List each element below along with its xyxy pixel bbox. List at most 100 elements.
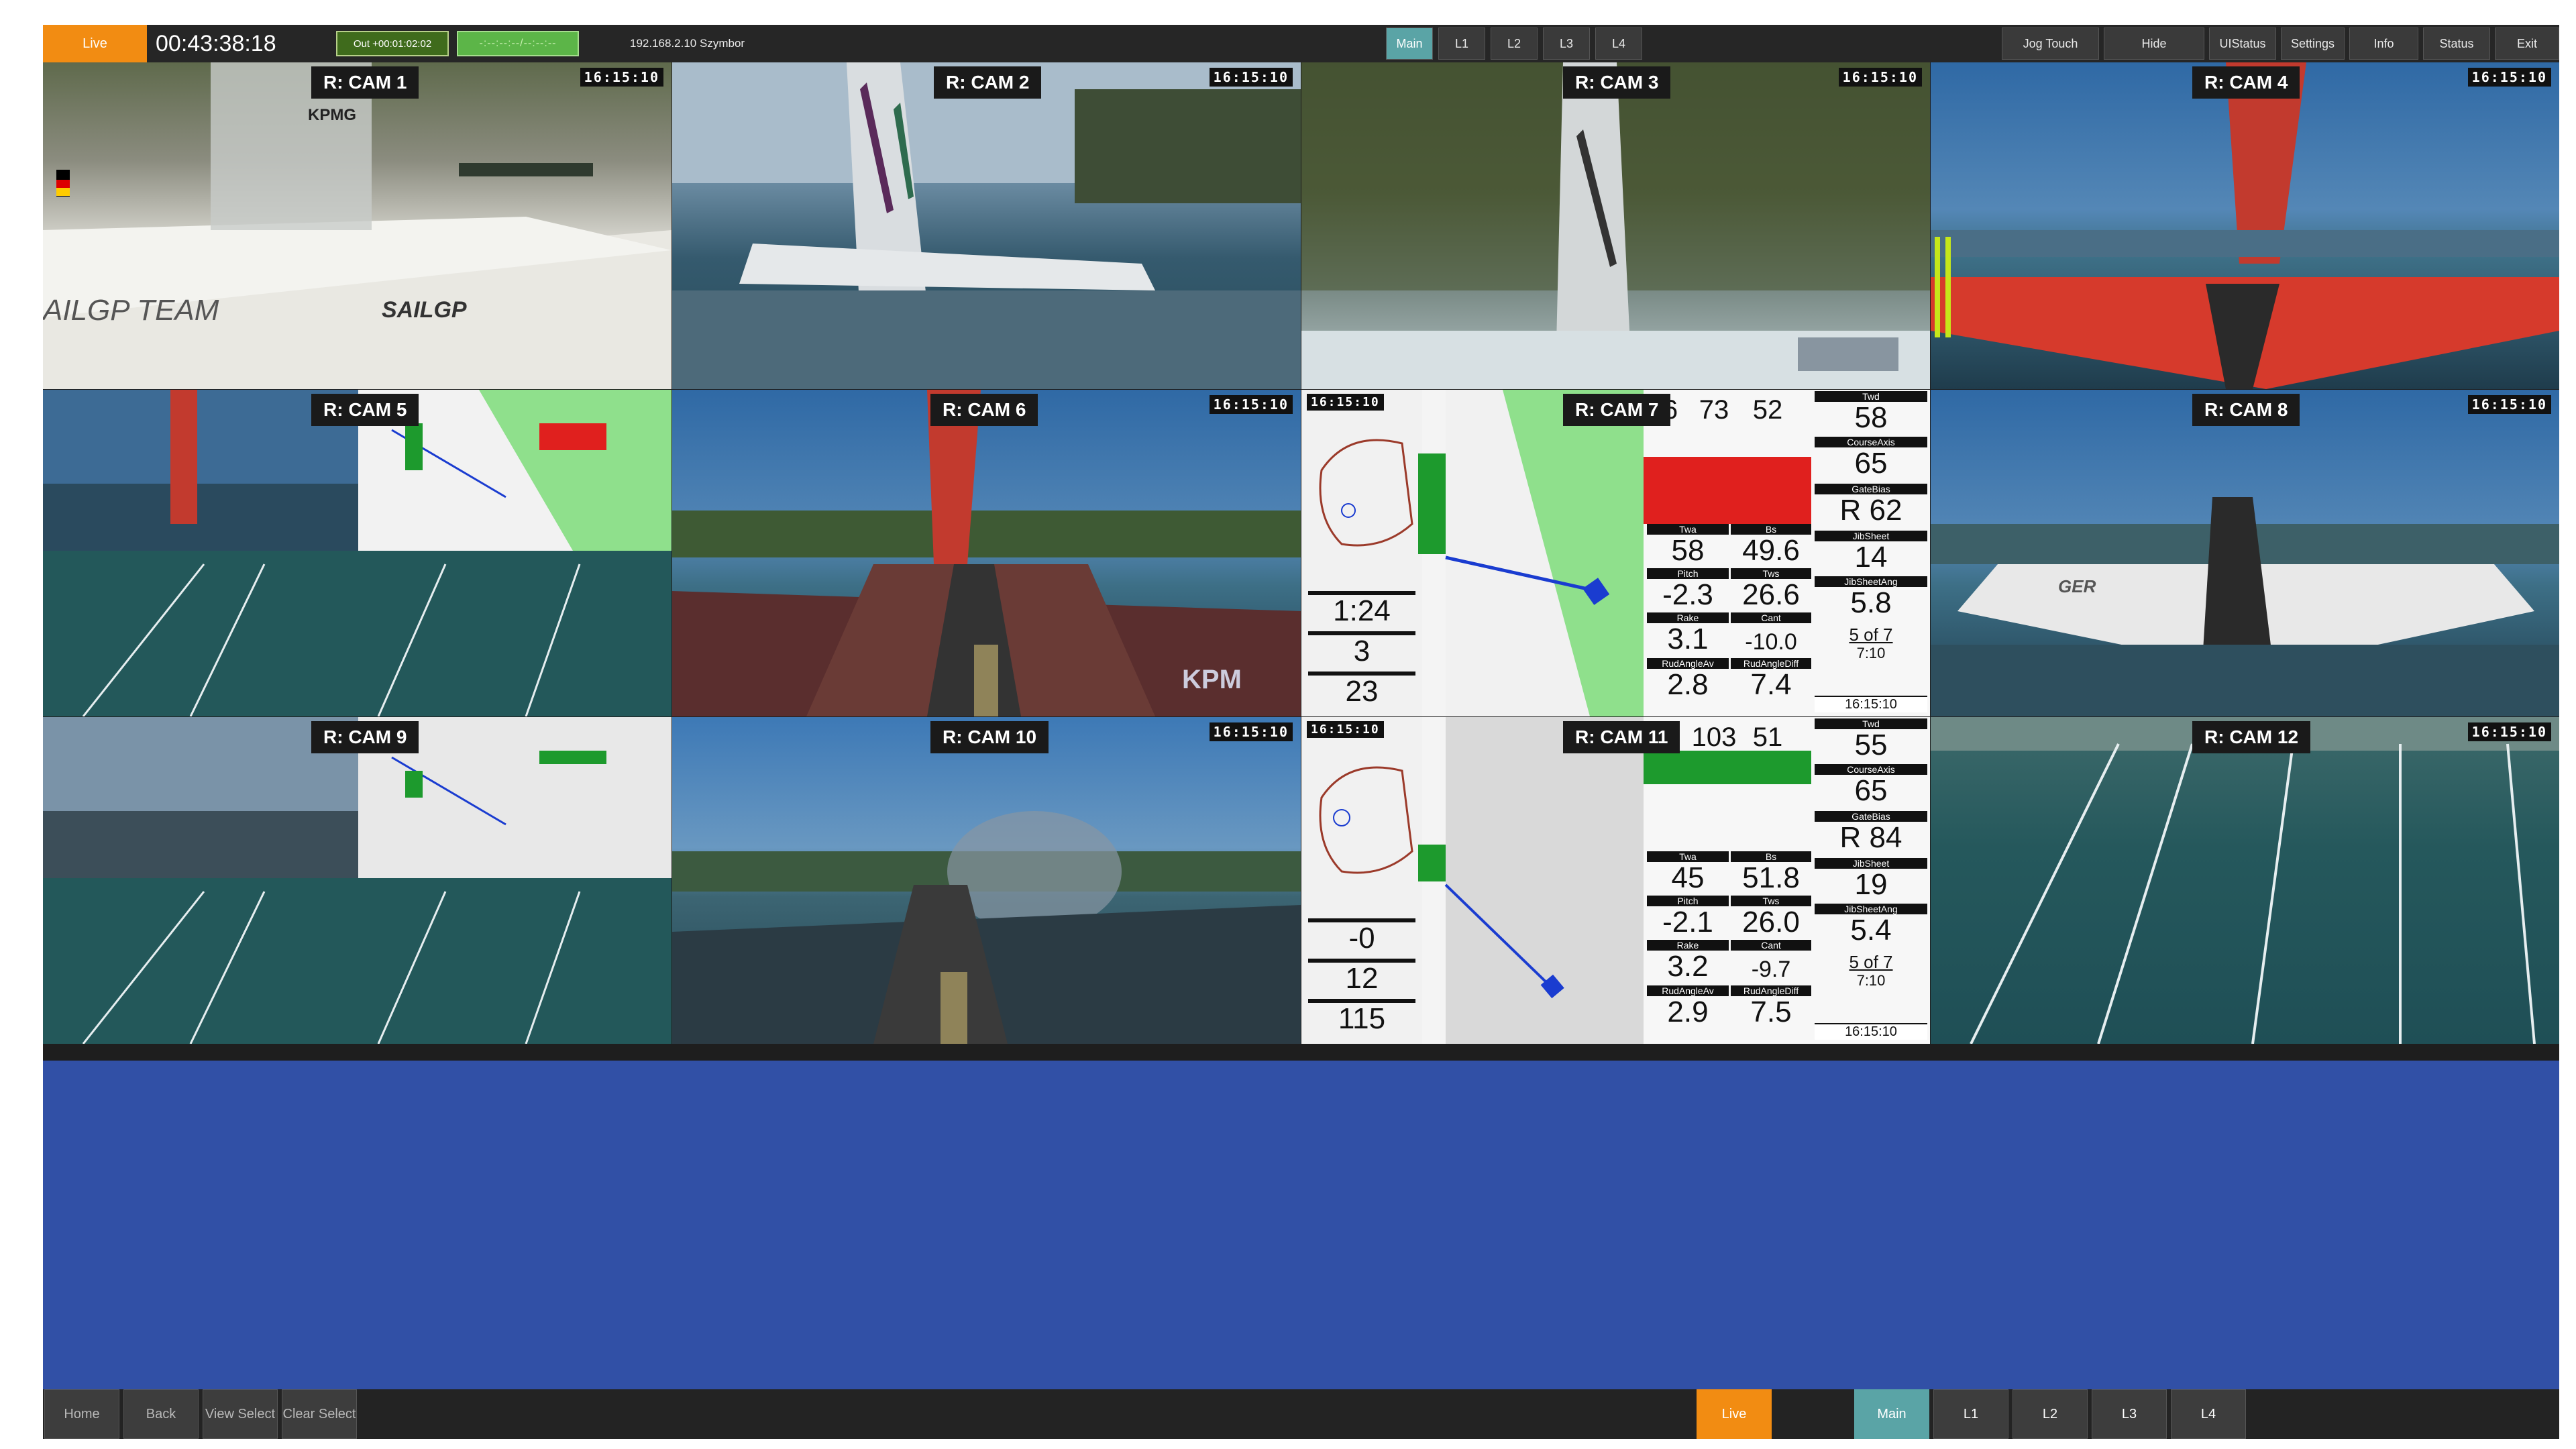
layout-l2-button-bottom[interactable]: L2 [2012,1389,2088,1439]
out-point-display[interactable]: Out +00:01:02:02 [336,31,449,56]
course-axis-label: CourseAxis [1815,437,1927,447]
hide-button[interactable]: Hide [2104,28,2204,60]
layout-l3-button-bottom[interactable]: L3 [2092,1389,2167,1439]
jib-sheet-ang-value: 5.4 [1850,914,1892,947]
camera-grid: AILGP TEAM SAILGP KPMG R: CAM 1 16:15:10… [43,62,2559,1061]
camera-label: R: CAM 8 [2192,394,2300,426]
camera-tile-3[interactable]: R: CAM 3 16:15:10 [1301,62,1930,389]
boat-brand-text: SAILGP [382,297,467,323]
settings-button[interactable]: Settings [2281,28,2345,60]
left-value-1: -0 [1308,918,1415,955]
camera-feed-12 [1931,717,2559,1044]
camera-tile-5[interactable]: R: CAM 5 [43,390,672,716]
camera-timestamp: 16:15:10 [2467,68,2551,87]
left-value-2: 12 [1308,959,1415,995]
camera-tile-4[interactable]: R: CAM 4 16:15:10 [1931,62,2559,389]
camera-feed-4 [1931,62,2559,389]
empty-view-area[interactable] [43,1061,2559,1389]
layout-main-button-bottom[interactable]: Main [1854,1389,1929,1439]
bs-value: 51.8 [1742,861,1800,894]
rud-angle-av-value: 2.9 [1667,996,1709,1028]
twa-label: Twa [1647,851,1729,862]
layout-l1-button[interactable]: L1 [1438,28,1485,60]
twa-label: Twa [1647,524,1729,535]
camera-timestamp: 16:15:10 [1209,722,1293,741]
layout-main-button[interactable]: Main [1386,28,1433,60]
left-value-1: 1:24 [1308,591,1415,627]
camera-tile-7[interactable]: 16:15:10 6 73 52 Twd 58 CourseAxis 65 Ga… [1301,390,1930,716]
telemetry-clock-label: 16:15:10 [1307,394,1384,411]
live-button-bottom[interactable]: Live [1697,1389,1772,1439]
layout-l2-button[interactable]: L2 [1491,28,1538,60]
pitch-value: -2.1 [1662,906,1713,938]
telemetry-clock-label: 16:15:10 [1307,721,1384,738]
jib-sheet-label: JibSheet [1815,858,1927,869]
cant-label: Cant [1731,612,1811,623]
tws-label: Tws [1731,568,1811,579]
sponsor-text: KPM [1182,665,1242,694]
clear-select-button[interactable]: Clear Select [282,1389,357,1439]
camera-tile-6[interactable]: KPM R: CAM 6 16:15:10 [672,390,1301,716]
ui-status-button[interactable]: UIStatus [2209,28,2276,60]
rud-angle-diff-value: 7.4 [1750,668,1792,701]
top-toolbar: Live 00:43:38:18 Out +00:01:02:02 -:--:-… [43,25,2559,62]
tele-top-3: 51 [1752,722,1783,752]
jib-sheet-ang-label: JibSheetAng [1815,576,1927,587]
jog-touch-button[interactable]: Jog Touch [2002,28,2099,60]
cant-label: Cant [1731,940,1811,951]
camera-feed-8 [1931,497,2559,716]
camera-tile-2[interactable]: R: CAM 2 16:15:10 [672,62,1301,389]
camera-tile-11[interactable]: 16:15:10 6 103 51 Twd 55 CourseAxis 65 G… [1301,717,1930,1044]
camera-timestamp: 16:15:10 [2467,395,2551,414]
connection-info: 192.168.2.10 Szymbor [630,37,745,50]
layout-l3-button[interactable]: L3 [1543,28,1590,60]
rud-angle-av-value: 2.8 [1667,668,1709,701]
camera-tile-10[interactable]: R: CAM 10 16:15:10 [672,717,1301,1044]
gate-bias-value: R 84 [1839,821,1902,854]
rud-angle-diff-value: 7.5 [1750,996,1792,1028]
home-button[interactable]: Home [44,1389,119,1439]
twd-label: Twd [1815,391,1927,402]
twa-value: 58 [1671,534,1705,567]
twd-value: 55 [1854,729,1888,761]
camera-feed-1 [43,62,672,389]
twa-value: 45 [1671,861,1705,894]
camera-feed-3 [1301,62,1930,389]
camera-label: R: CAM 1 [311,66,419,99]
bs-label: Bs [1731,524,1811,535]
camera-tile-8[interactable]: GER R: CAM 8 16:15:10 [1931,390,2559,716]
live-button[interactable]: Live [43,25,147,62]
status-button[interactable]: Status [2423,28,2490,60]
back-button[interactable]: Back [123,1389,199,1439]
tws-label: Tws [1731,896,1811,906]
leg-time-value: 7:10 [1856,972,1886,989]
twd-value: 58 [1854,401,1888,434]
bs-label: Bs [1731,851,1811,862]
camera-timestamp: 16:15:10 [580,68,663,87]
rud-angle-diff-label: RudAngleDiff [1731,985,1811,996]
camera-label: R: CAM 10 [930,721,1049,753]
cant-value: -10.0 [1745,629,1797,655]
sponsor-text: KPMG [308,106,356,124]
info-button[interactable]: Info [2349,28,2418,60]
view-select-button[interactable]: View Select [203,1389,278,1439]
boat-country-text: GER [2058,576,2096,596]
layout-l4-button-bottom[interactable]: L4 [2171,1389,2246,1439]
camera-label: R: CAM 5 [311,394,419,426]
layout-l4-button[interactable]: L4 [1595,28,1642,60]
pitch-label: Pitch [1647,568,1729,579]
rake-label: Rake [1647,612,1729,623]
gate-bias-label: GateBias [1815,811,1927,822]
camera-tile-9[interactable]: R: CAM 9 [43,717,672,1044]
jib-sheet-value: 14 [1854,541,1888,574]
course-axis-value: 65 [1854,774,1888,807]
camera-tile-1[interactable]: AILGP TEAM SAILGP KPMG R: CAM 1 16:15:10 [43,62,672,389]
camera-timestamp: 16:15:10 [1209,395,1293,414]
camera-feed-10 [672,811,1301,1044]
jib-sheet-ang-value: 5.8 [1850,586,1892,619]
exit-button[interactable]: Exit [2495,28,2559,60]
camera-timestamp: 16:15:10 [1838,68,1922,87]
layout-l1-button-bottom[interactable]: L1 [1933,1389,2008,1439]
jog-position-bar[interactable]: -:--:--:--/--:--:-- [457,31,579,56]
camera-tile-12[interactable]: R: CAM 12 16:15:10 [1931,717,2559,1044]
